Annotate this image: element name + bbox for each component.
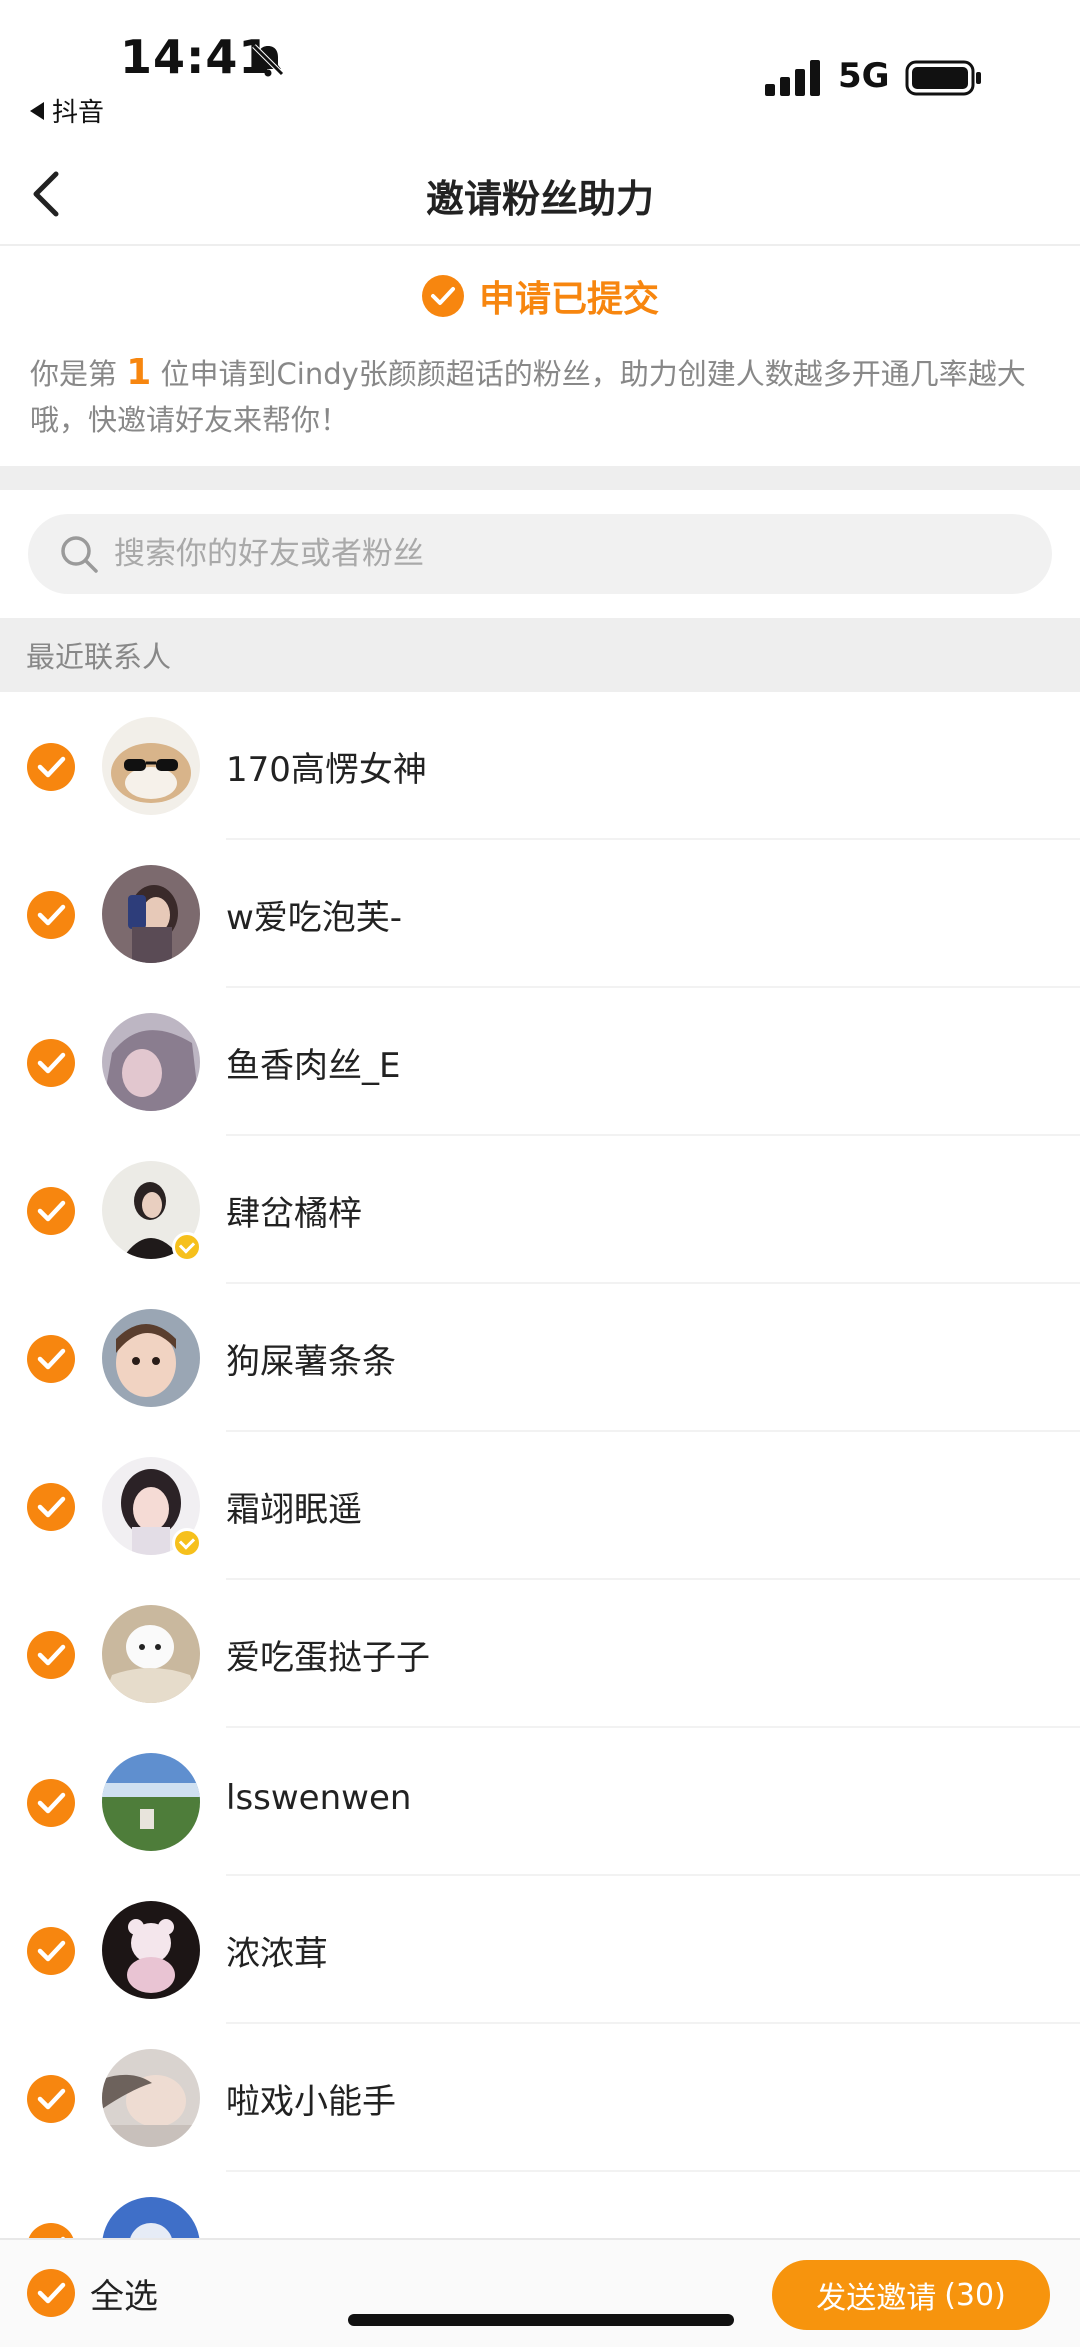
submitted-text: 申请已提交 — [478, 279, 659, 320]
send-invite-label: 发送邀请 — [816, 2281, 937, 2316]
checkbox-checked-icon[interactable] — [26, 1334, 76, 1384]
submitted-status: 申请已提交 — [0, 266, 1080, 326]
contact-list: 170高愣女神 w爱吃泡芙- 鱼香肉丝_E 肆岔橘梓 狗屎薯条条 霜翊眠遥 爱吃… — [0, 692, 1080, 2320]
page-title: 邀请粉丝助力 — [425, 177, 654, 221]
checkbox-checked-icon[interactable] — [26, 2268, 76, 2318]
verified-badge-icon — [172, 1232, 202, 1262]
desc-suffix: 位申请到Cindy张颜颜超话的粉丝，助力创建人数越多开通几率越大哦，快邀请好友来… — [30, 357, 1026, 437]
avatar — [102, 1605, 200, 1703]
contact-name: 霜翊眠遥 — [226, 1490, 362, 1530]
checkbox-checked-icon[interactable] — [26, 1038, 76, 1088]
section-divider — [0, 466, 1080, 490]
send-invite-count: (30) — [944, 2277, 1006, 2313]
contact-name: 狗屎薯条条 — [226, 1342, 396, 1382]
search-icon — [61, 536, 98, 573]
network-type: 5G — [838, 56, 890, 96]
contact-name: 肆岔橘梓 — [226, 1194, 362, 1234]
checkbox-checked-icon[interactable] — [26, 1482, 76, 1532]
avatar — [102, 1753, 200, 1851]
avatar — [102, 1309, 200, 1407]
contact-name: 鱼香肉丝_E — [226, 1046, 401, 1086]
list-item[interactable]: w爱吃泡芙- — [0, 840, 1080, 988]
section-header-recent: 最近联系人 — [0, 618, 1080, 692]
contact-name: 啦戏小能手 — [226, 2082, 396, 2122]
list-item[interactable]: 鱼香肉丝_E — [0, 988, 1080, 1136]
contact-name: 爱吃蛋挞子子 — [226, 1638, 430, 1678]
avatar — [102, 717, 200, 815]
check-circle-icon — [421, 275, 464, 317]
select-all-label: 全选 — [90, 2276, 158, 2317]
search-input[interactable] — [114, 536, 914, 572]
list-item[interactable]: 浓浓茸 — [0, 1876, 1080, 2024]
desc-prefix: 你是第 — [30, 357, 118, 391]
contact-name: lsswenwen — [226, 1778, 412, 1818]
checkbox-checked-icon[interactable] — [26, 1186, 76, 1236]
list-item[interactable]: 狗屎薯条条 — [0, 1284, 1080, 1432]
home-indicator[interactable] — [348, 2314, 734, 2326]
status-bar: 14:41 抖音 5G — [0, 0, 1080, 140]
list-item[interactable]: 霜翊眠遥 — [0, 1432, 1080, 1580]
contact-name: 浓浓茸 — [226, 1934, 328, 1974]
checkbox-checked-icon[interactable] — [26, 1926, 76, 1976]
list-item[interactable]: 爱吃蛋挞子子 — [0, 1580, 1080, 1728]
send-invite-button[interactable]: 发送邀请 (30) — [772, 2260, 1050, 2330]
bottom-action-bar: 全选 发送邀请 (30) — [0, 2238, 1080, 2347]
avatar — [102, 2049, 200, 2147]
verified-badge-icon — [172, 1528, 202, 1558]
list-item[interactable]: 170高愣女神 — [0, 692, 1080, 840]
checkbox-checked-icon[interactable] — [26, 1778, 76, 1828]
list-item[interactable]: lsswenwen — [0, 1728, 1080, 1876]
signal-icon — [765, 60, 820, 96]
battery-icon — [905, 60, 981, 96]
contact-name: w爱吃泡芙- — [226, 898, 403, 938]
bell-muted-icon — [252, 44, 284, 77]
list-item[interactable]: 肆岔橘梓 — [0, 1136, 1080, 1284]
description-text: 你是第 1 位申请到Cindy张颜颜超话的粉丝，助力创建人数越多开通几率越大哦，… — [30, 350, 1050, 443]
avatar — [102, 1901, 200, 1999]
checkbox-checked-icon[interactable] — [26, 742, 76, 792]
rank-number: 1 — [126, 352, 152, 393]
back-to-app[interactable]: 抖音 — [30, 92, 104, 129]
checkbox-checked-icon[interactable] — [26, 1630, 76, 1680]
nav-bar: 邀请粉丝助力 — [0, 140, 1080, 246]
checkbox-checked-icon[interactable] — [26, 890, 76, 940]
avatar — [102, 1013, 200, 1111]
avatar — [102, 865, 200, 963]
back-triangle-icon — [30, 101, 44, 120]
back-app-label: 抖音 — [52, 98, 105, 128]
select-all-toggle[interactable]: 全选 — [26, 2268, 158, 2318]
list-item[interactable]: 啦戏小能手 — [0, 2024, 1080, 2172]
search-bar[interactable] — [28, 514, 1052, 594]
contact-name: 170高愣女神 — [226, 750, 427, 790]
checkbox-checked-icon[interactable] — [26, 2074, 76, 2124]
